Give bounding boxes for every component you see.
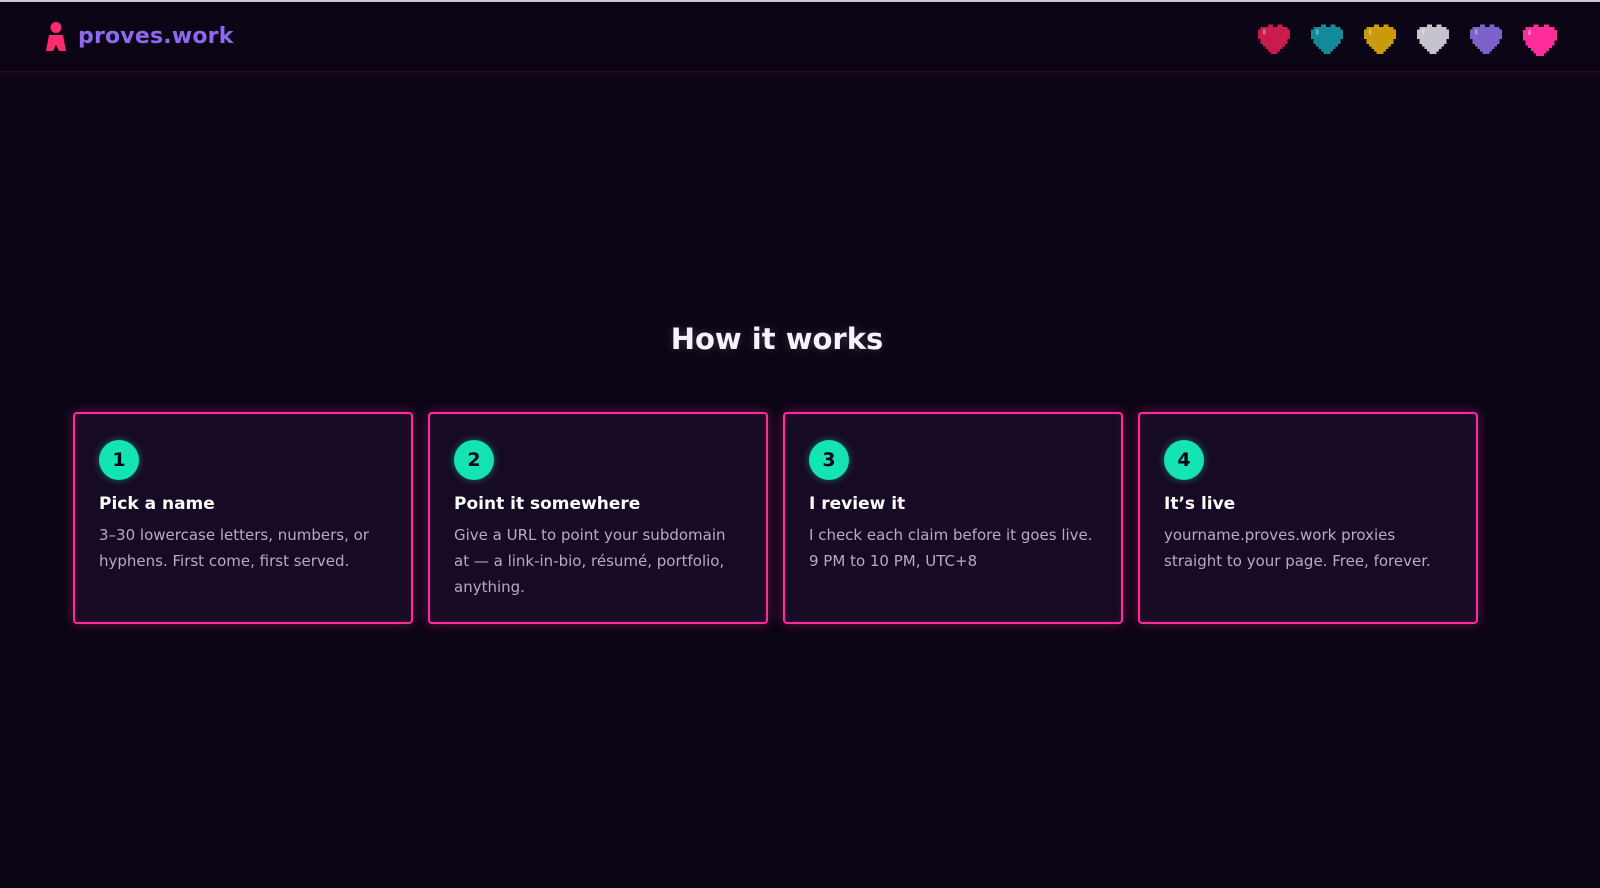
step-description: 3–30 lowercase letters, numbers, or hyph… <box>99 526 369 570</box>
step-title: It’s live <box>1164 494 1236 514</box>
steps-list: 1 Pick a name 3–30 lowercase letters, nu… <box>73 412 1478 624</box>
top-nav: proves.work <box>0 2 1600 72</box>
person-pin-icon <box>46 22 66 51</box>
step-card-3: 3 I review it I check each claim before … <box>783 412 1123 624</box>
step-number-badge: 1 <box>99 440 139 480</box>
heart-crimson-icon[interactable] <box>1257 22 1291 54</box>
brand-name: proves.work <box>78 23 234 49</box>
heart-palette <box>1257 22 1557 56</box>
step-number-badge: 3 <box>809 440 849 480</box>
step-title: I review it <box>809 494 906 514</box>
step-card-1: 1 Pick a name 3–30 lowercase letters, nu… <box>73 412 413 624</box>
heart-pink-icon[interactable] <box>1522 22 1557 56</box>
step-title: Pick a name <box>99 494 215 514</box>
brand-link[interactable]: proves.work <box>44 21 234 51</box>
step-number-badge: 4 <box>1164 440 1204 480</box>
step-title: Point it somewhere <box>454 494 641 514</box>
heart-lavender-icon[interactable] <box>1469 22 1503 54</box>
section-title: How it works <box>670 322 884 356</box>
step-number-badge: 2 <box>454 440 494 480</box>
step-card-4: 4 It’s live yourname.proves.work proxies… <box>1138 412 1478 624</box>
step-description: I check each claim before it goes live. … <box>809 526 1093 570</box>
heart-teal-icon[interactable] <box>1310 22 1344 54</box>
step-description: yourname.proves.work proxies straight to… <box>1164 526 1431 570</box>
heart-gold-icon[interactable] <box>1363 22 1397 54</box>
step-description: Give a URL to point your subdomain at — … <box>454 526 726 596</box>
step-card-2: 2 Point it somewhere Give a URL to point… <box>428 412 768 624</box>
heart-silver-icon[interactable] <box>1416 22 1450 54</box>
